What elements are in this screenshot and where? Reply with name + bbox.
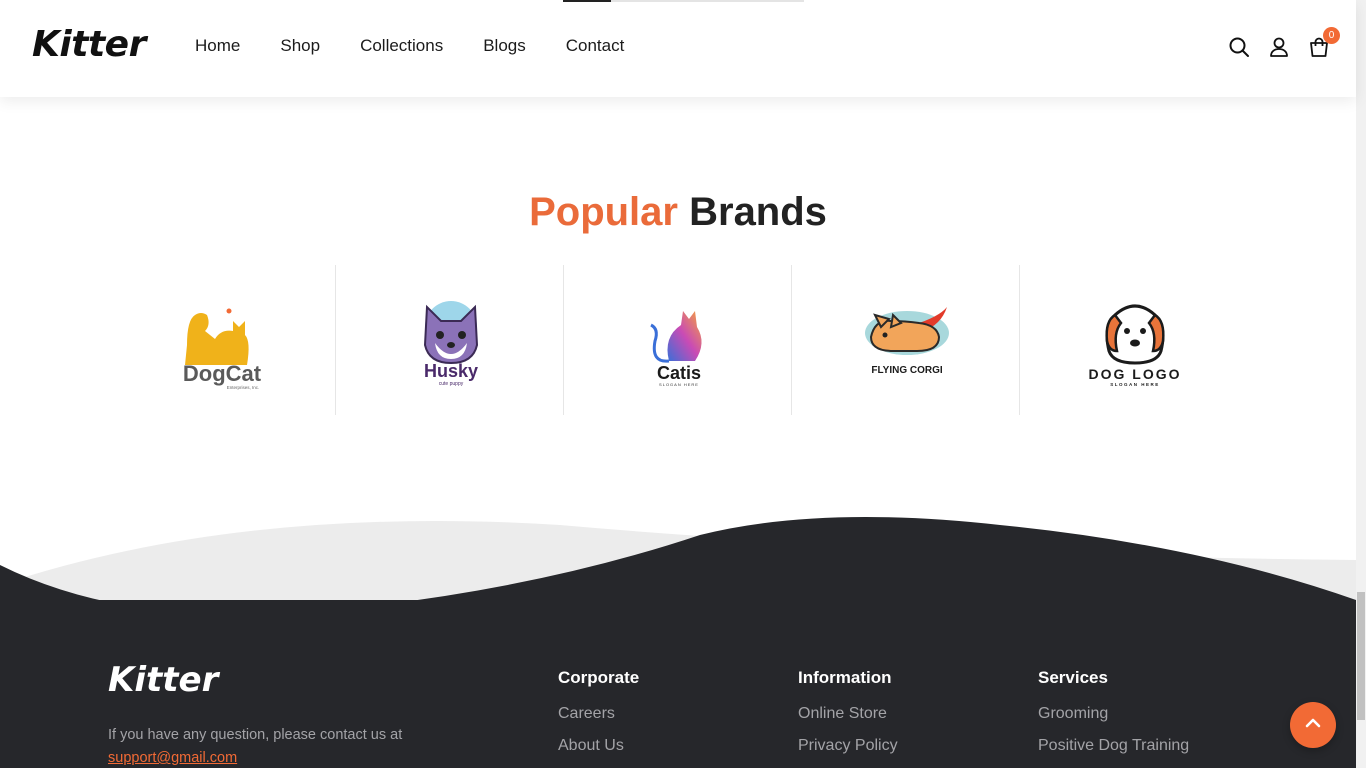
nav-shop[interactable]: Shop	[280, 36, 320, 56]
back-to-top-button[interactable]	[1290, 702, 1336, 748]
footer-contact-text: If you have any question, please contact…	[108, 727, 403, 743]
cart-icon[interactable]: 0	[1308, 27, 1340, 58]
dogcat-logo: DogCat Enterprises, Inc.	[157, 285, 287, 395]
header-actions: 0	[1228, 27, 1340, 58]
brand-card-husky[interactable]: Husky cute puppy	[336, 265, 564, 415]
brand-name-text: DogCat	[182, 361, 261, 386]
footer-column-title: Information	[798, 668, 892, 687]
brand-sub-text: Enterprises, Inc.	[226, 385, 259, 390]
chevron-up-icon	[1303, 713, 1323, 738]
nav-contact[interactable]: Contact	[566, 36, 625, 56]
nav-home[interactable]: Home	[195, 36, 240, 56]
section-title-accent: Popular	[529, 190, 678, 234]
section-title: Popular Brands	[0, 190, 1356, 235]
user-icon[interactable]	[1268, 36, 1290, 58]
brand-name-text: FLYING CORGI	[871, 365, 943, 376]
footer-contact: If you have any question, please contact…	[108, 724, 448, 768]
footer-column-information: Information Online Store Privacy Policy	[798, 668, 898, 768]
footer-link-grooming[interactable]: Grooming	[1038, 704, 1189, 724]
brand-card-catis[interactable]: Catis SLOGAN HERE	[564, 265, 792, 415]
site-logo[interactable]: Kitter	[32, 24, 146, 65]
footer-link-online-store[interactable]: Online Store	[798, 704, 898, 724]
footer-column-title: Services	[1038, 668, 1108, 687]
flying-corgi-logo: FLYING CORGI	[841, 285, 971, 395]
brand-name-text: Catis	[656, 363, 700, 383]
scroll-progress	[563, 0, 804, 2]
brand-card-dog-logo[interactable]: DOG LOGO SLOGAN HERE	[1020, 265, 1248, 415]
footer-email-link[interactable]: support@gmail.com	[108, 750, 237, 766]
nav-collections[interactable]: Collections	[360, 36, 443, 56]
brand-name-text: Husky	[423, 361, 477, 381]
footer-column-services: Services Grooming Positive Dog Training	[1038, 668, 1189, 768]
footer-link-about-us[interactable]: About Us	[558, 736, 639, 756]
dog-logo-logo: DOG LOGO SLOGAN HERE	[1069, 285, 1199, 395]
footer-link-dog-training[interactable]: Positive Dog Training	[1038, 736, 1189, 756]
search-icon[interactable]	[1228, 36, 1250, 58]
brand-name-text: DOG LOGO	[1089, 366, 1182, 382]
brand-card-dogcat[interactable]: DogCat Enterprises, Inc.	[108, 265, 336, 415]
brand-card-flying-corgi[interactable]: FLYING CORGI	[792, 265, 1020, 415]
cart-count-badge: 0	[1323, 27, 1340, 44]
footer-link-careers[interactable]: Careers	[558, 704, 639, 724]
brand-sub-text: cute puppy	[438, 381, 463, 387]
page-scrollbar[interactable]	[1356, 0, 1366, 768]
brand-sub-text: SLOGAN HERE	[1110, 382, 1160, 387]
site-header: Kitter Home Shop Collections Blogs Conta…	[0, 0, 1356, 97]
scrollbar-thumb[interactable]	[1357, 592, 1365, 720]
footer-link-privacy-policy[interactable]: Privacy Policy	[798, 736, 898, 756]
husky-logo: Husky cute puppy	[385, 285, 515, 395]
footer-logo[interactable]: Kitter	[108, 660, 218, 700]
catis-logo: Catis SLOGAN HERE	[613, 285, 743, 395]
footer-column-title: Corporate	[558, 668, 640, 687]
section-title-rest: Brands	[689, 190, 827, 234]
brand-sub-text: SLOGAN HERE	[659, 382, 699, 387]
main-nav: Home Shop Collections Blogs Contact	[195, 36, 624, 56]
nav-blogs[interactable]: Blogs	[483, 36, 526, 56]
brand-list: DogCat Enterprises, Inc. Husky cute pupp…	[108, 265, 1248, 415]
footer-column-corporate: Corporate Careers About Us	[558, 668, 639, 768]
